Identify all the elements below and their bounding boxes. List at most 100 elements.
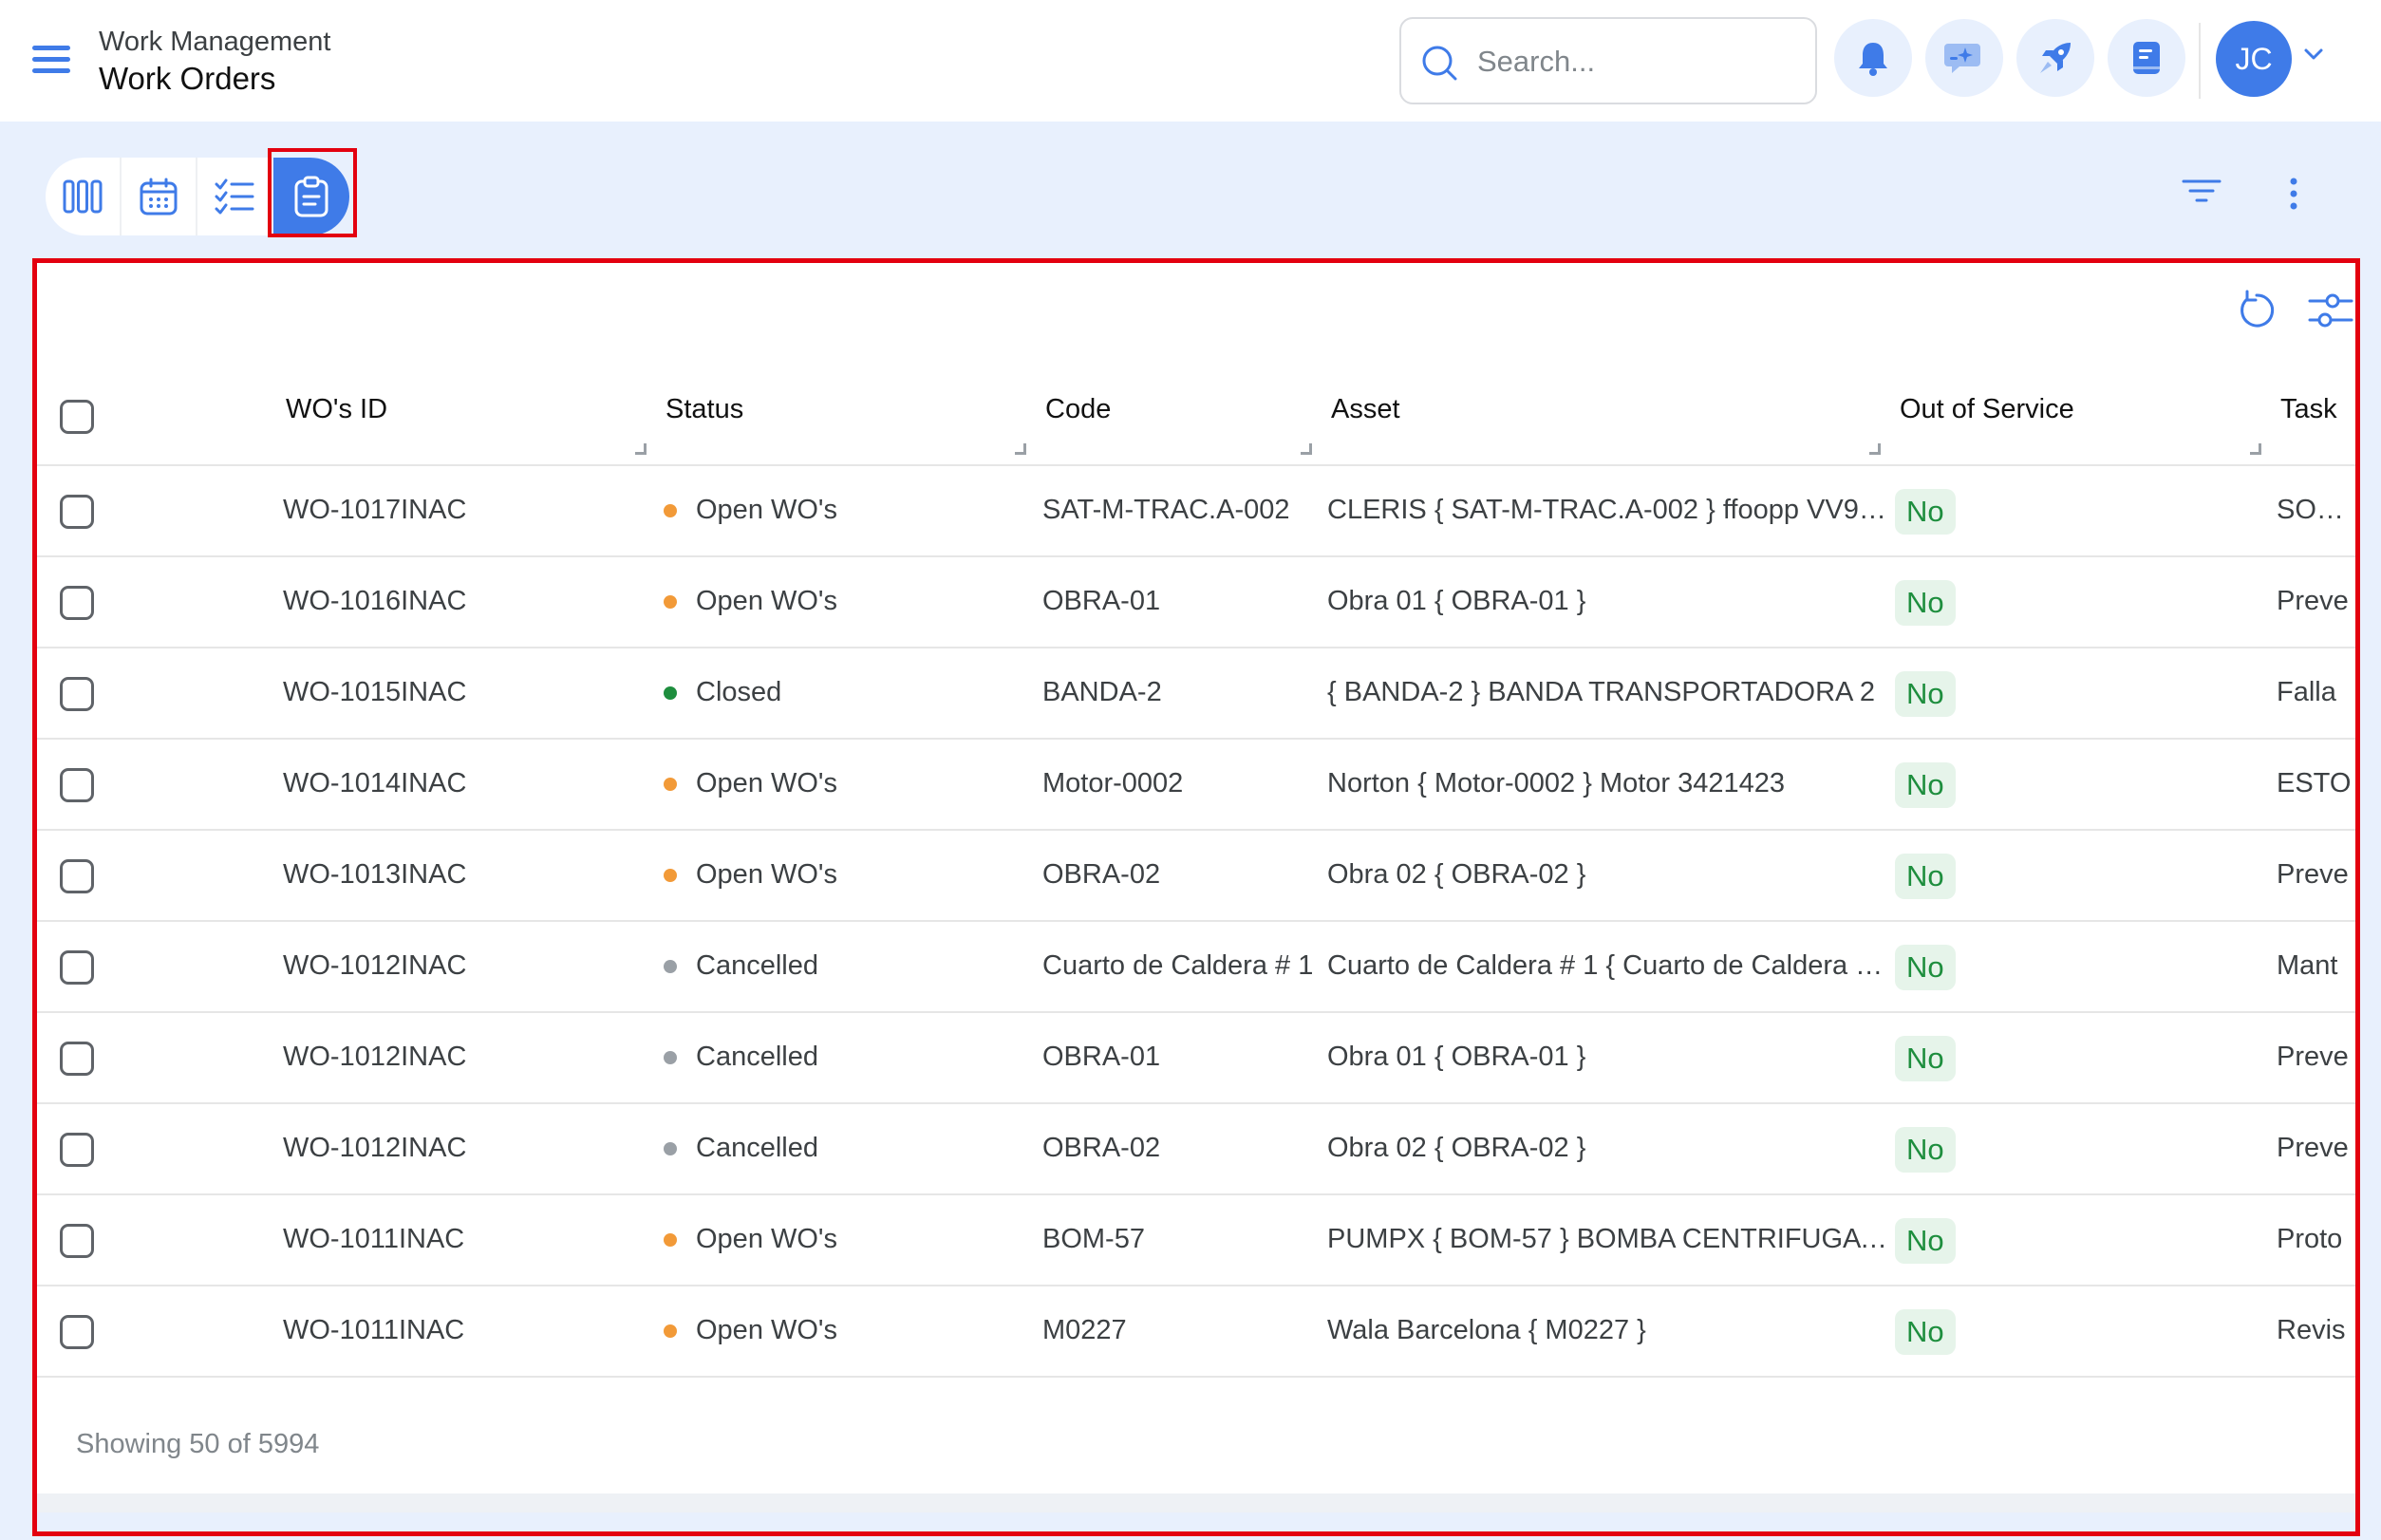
column-resize-handle[interactable] xyxy=(635,443,647,455)
column-header-out-of-service[interactable]: Out of Service xyxy=(1900,394,2074,425)
table-row[interactable]: WO-1013INAC Open WO's OBRA-02 Obra 02 { OBR… xyxy=(37,831,2355,922)
cell-status: Open WO's xyxy=(664,1224,1024,1255)
status-badge: No xyxy=(1895,1036,1956,1081)
cell-asset: Obra 02 { OBRA-02 } xyxy=(1327,1133,1586,1163)
calendar-view-button[interactable] xyxy=(122,158,197,235)
table-header: WO's ID Status Code Asset Out of Service… xyxy=(37,377,2355,466)
breadcrumb[interactable]: Work Management xyxy=(99,27,330,58)
header-divider xyxy=(2199,23,2201,99)
row-checkbox[interactable] xyxy=(60,586,94,620)
status-label: Cancelled xyxy=(696,1133,818,1163)
status-dot xyxy=(664,1324,677,1338)
status-badge: No xyxy=(1895,854,1956,899)
launch-button[interactable] xyxy=(2016,19,2094,97)
cell-code: OBRA-02 xyxy=(1042,1133,1161,1163)
status-label: Closed xyxy=(696,677,782,707)
cell-wo-id[interactable]: WO-1012INAC xyxy=(283,1042,644,1073)
status-label: Open WO's xyxy=(696,859,837,890)
table-view-button[interactable] xyxy=(273,158,349,235)
column-resize-handle[interactable] xyxy=(1015,443,1026,455)
chevron-down-icon[interactable] xyxy=(2303,47,2324,61)
cell-status: Cancelled xyxy=(664,950,1024,982)
cell-wo-id[interactable]: WO-1016INAC xyxy=(283,586,644,617)
cell-wo-id[interactable]: WO-1014INAC xyxy=(283,768,644,799)
column-resize-handle[interactable] xyxy=(2250,443,2261,455)
table-row[interactable]: WO-1017INAC Open WO's SAT-M-TRAC.A-002 CLER… xyxy=(37,466,2355,557)
board-view-button[interactable] xyxy=(46,158,122,235)
cell-out-of-service: No xyxy=(1895,489,1956,535)
row-checkbox[interactable] xyxy=(60,768,94,802)
table-row[interactable]: WO-1012INAC Cancelled OBRA-01 Obra 01 { OBR… xyxy=(37,1013,2355,1104)
table-row[interactable]: WO-1011INAC Open WO's M0227 Wala Barcelona … xyxy=(37,1286,2355,1378)
docs-button[interactable] xyxy=(2108,19,2185,97)
cell-wo-id[interactable]: WO-1012INAC xyxy=(283,1133,644,1164)
cell-code: OBRA-02 xyxy=(1042,859,1161,890)
cell-out-of-service: No xyxy=(1895,1218,1956,1264)
cell-task: Proto xyxy=(2277,1224,2343,1254)
table-row[interactable]: WO-1011INAC Open WO's BOM-57 PUMPX { BOM-57… xyxy=(37,1195,2355,1286)
cell-status: Open WO's xyxy=(664,495,1024,526)
select-all-checkbox[interactable] xyxy=(60,400,94,434)
table-row[interactable]: WO-1016INAC Open WO's OBRA-01 Obra 01 { OBR… xyxy=(37,557,2355,648)
column-header-asset[interactable]: Asset xyxy=(1331,394,1400,425)
cell-wo-id[interactable]: WO-1017INAC xyxy=(283,495,644,526)
status-dot xyxy=(664,1050,677,1064)
status-badge: No xyxy=(1895,762,1956,808)
row-checkbox[interactable] xyxy=(60,1042,94,1076)
row-checkbox[interactable] xyxy=(60,950,94,985)
search-box[interactable] xyxy=(1399,17,1817,104)
hamburger-menu-icon[interactable] xyxy=(32,44,72,76)
row-checkbox[interactable] xyxy=(60,495,94,529)
cell-wo-id[interactable]: WO-1012INAC xyxy=(283,950,644,982)
status-label: Cancelled xyxy=(696,950,818,981)
column-header-id[interactable]: WO's ID xyxy=(286,394,387,425)
table-row[interactable]: WO-1012INAC Cancelled Cuarto de Caldera # … xyxy=(37,922,2355,1013)
status-label: Open WO's xyxy=(696,586,837,616)
row-checkbox[interactable] xyxy=(60,1224,94,1258)
column-resize-handle[interactable] xyxy=(1869,443,1881,455)
avatar[interactable]: JC xyxy=(2216,21,2292,97)
list-view-button[interactable] xyxy=(197,158,273,235)
cell-wo-id[interactable]: WO-1013INAC xyxy=(283,859,644,891)
table-row[interactable]: WO-1015INAC Closed BANDA-2 { BANDA-2 } BAND… xyxy=(37,648,2355,740)
cell-wo-id[interactable]: WO-1015INAC xyxy=(283,677,644,708)
chat-button[interactable] xyxy=(1925,19,2003,97)
page-title: Work Orders xyxy=(99,61,276,96)
cell-wo-id[interactable]: WO-1011INAC xyxy=(283,1315,644,1346)
refresh-icon[interactable] xyxy=(2236,290,2278,331)
column-settings-icon[interactable] xyxy=(2308,290,2353,331)
row-checkbox[interactable] xyxy=(60,859,94,893)
column-resize-handle[interactable] xyxy=(1301,443,1312,455)
status-dot xyxy=(664,777,677,791)
notifications-button[interactable] xyxy=(1834,19,1912,97)
cell-asset: Obra 01 { OBRA-01 } xyxy=(1327,586,1586,616)
cell-status: Open WO's xyxy=(664,1315,1024,1346)
status-label: Open WO's xyxy=(696,1224,837,1254)
horizontal-scrollbar[interactable] xyxy=(37,1493,2355,1512)
cell-code: BOM-57 xyxy=(1042,1224,1145,1254)
column-header-code[interactable]: Code xyxy=(1045,394,1111,425)
cell-task: Falla xyxy=(2277,677,2336,707)
row-checkbox[interactable] xyxy=(60,1133,94,1167)
row-checkbox[interactable] xyxy=(60,1315,94,1349)
row-checkbox[interactable] xyxy=(60,677,94,711)
cell-code: M0227 xyxy=(1042,1315,1127,1345)
column-header-task[interactable]: Task xyxy=(2280,394,2337,425)
filter-lines-icon[interactable] xyxy=(2182,178,2222,203)
cell-out-of-service: No xyxy=(1895,1127,1956,1173)
cell-out-of-service: No xyxy=(1895,945,1956,990)
cell-wo-id[interactable]: WO-1011INAC xyxy=(283,1224,644,1255)
status-dot xyxy=(664,594,677,609)
cell-asset: CLERIS { SAT-M-TRAC.A-002 } ffoopp VV910… xyxy=(1327,495,1887,525)
cell-out-of-service: No xyxy=(1895,580,1956,626)
table-row[interactable]: WO-1014INAC Open WO's Motor-0002 Norton { M… xyxy=(37,740,2355,831)
pagination-summary: Showing 50 of 5994 xyxy=(76,1429,320,1459)
column-header-status[interactable]: Status xyxy=(666,394,743,425)
more-vertical-icon[interactable] xyxy=(2288,177,2299,211)
cell-code: OBRA-01 xyxy=(1042,1042,1161,1072)
table-body: WO-1017INAC Open WO's SAT-M-TRAC.A-002 CLER… xyxy=(37,466,2355,1378)
cell-status: Open WO's xyxy=(664,859,1024,891)
cell-asset: Obra 01 { OBRA-01 } xyxy=(1327,1042,1586,1072)
search-input[interactable] xyxy=(1477,36,1800,87)
table-row[interactable]: WO-1012INAC Cancelled OBRA-02 Obra 02 { OBR… xyxy=(37,1104,2355,1195)
